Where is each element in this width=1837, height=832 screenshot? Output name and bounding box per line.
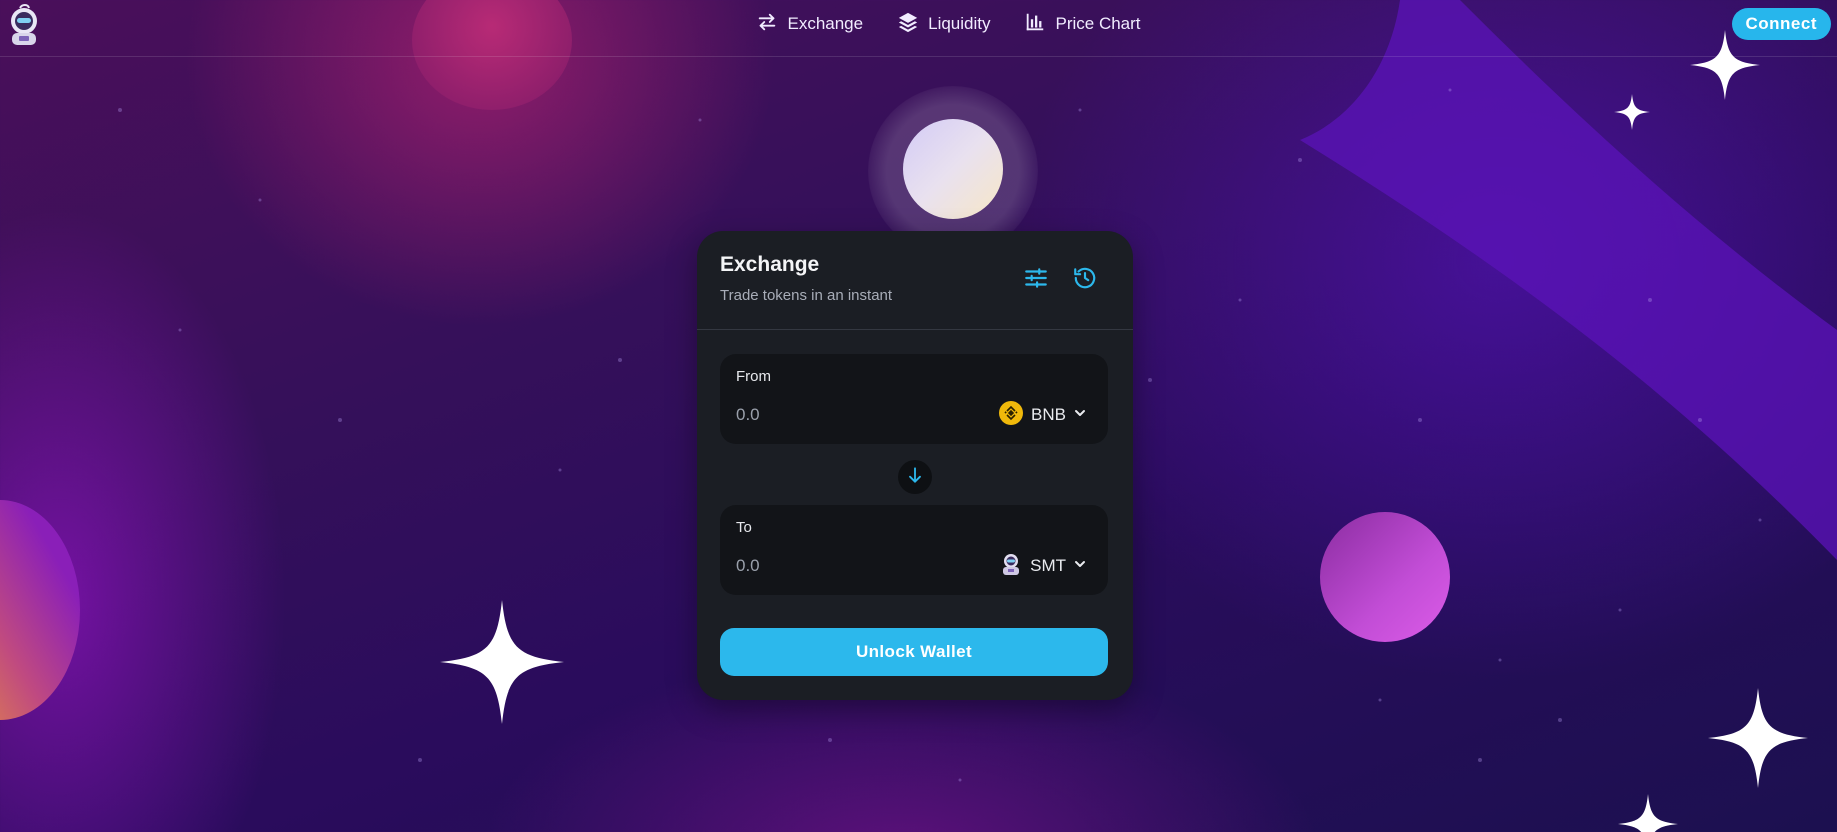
to-token-symbol: SMT [1030,556,1066,575]
from-token-symbol: BNB [1031,405,1066,424]
nav-exchange[interactable]: Exchange [756,11,863,38]
arrow-down-icon [905,465,925,490]
exchange-title: Exchange [720,253,820,276]
sparkle-bottom-corner [1618,794,1678,832]
main-nav: Exchange Liquidity Price Chart [0,0,1837,48]
to-label: To [736,519,752,536]
purple-swoosh [1300,0,1837,560]
exchange-card: Exchange Trade tokens in an instant From [697,231,1133,700]
exchange-subtitle: Trade tokens in an instant [720,287,893,304]
from-token-panel: From BNB [720,354,1108,444]
unlock-wallet-button[interactable]: Unlock Wallet [720,628,1108,676]
layers-icon [897,11,919,38]
settings-sliders-icon[interactable] [1023,265,1049,291]
nav-liquidity-label: Liquidity [928,14,991,33]
to-token-selector[interactable]: SMT [1000,553,1086,579]
chevron-down-icon [1074,406,1086,424]
bar-chart-icon [1024,11,1046,38]
moon [903,119,1003,219]
from-amount-input[interactable] [736,402,936,428]
from-token-selector[interactable]: BNB [999,400,1086,430]
sparkle-large-left [440,600,564,724]
swap-direction-button[interactable] [898,460,932,494]
sparkle-small-right [1614,94,1650,130]
smt-token-icon [1000,552,1022,581]
to-amount-input[interactable] [736,553,936,579]
top-bar: Exchange Liquidity Price Chart Connect [0,0,1837,57]
sparkle-bottom-right [1708,688,1808,788]
exchange-card-header: Exchange Trade tokens in an instant [697,231,1133,330]
orange-planet [0,500,80,720]
nav-exchange-label: Exchange [787,14,864,33]
nav-price-chart-label: Price Chart [1055,14,1141,33]
chevron-down-icon [1074,557,1086,575]
swap-arrows-icon [756,11,778,38]
connect-button[interactable]: Connect [1731,8,1831,40]
bnb-coin-icon [999,400,1024,430]
nav-price-chart[interactable]: Price Chart [1024,11,1141,38]
nav-liquidity[interactable]: Liquidity [897,11,990,38]
violet-planet [1320,512,1450,642]
history-icon[interactable] [1072,265,1098,291]
from-label: From [736,368,771,385]
to-token-panel: To SMT [720,505,1108,595]
